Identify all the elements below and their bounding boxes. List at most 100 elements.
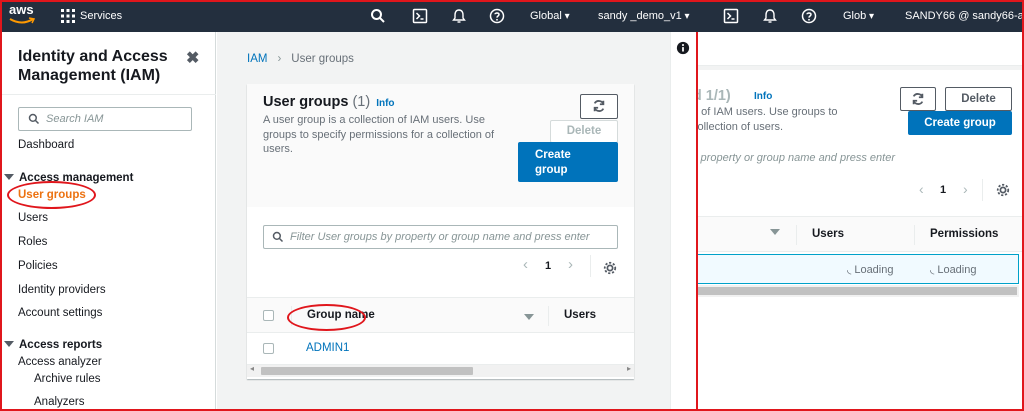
scrollbar-thumb[interactable] xyxy=(697,287,1017,295)
background-desc-line: collection of users. xyxy=(692,121,784,133)
sidebar-item-roles[interactable]: Roles xyxy=(18,236,47,248)
column-header-users[interactable]: Users xyxy=(564,309,596,321)
sidebar: Identity and Access Management (IAM) ✖ S… xyxy=(2,32,216,411)
breadcrumb-iam-link[interactable]: IAM xyxy=(247,53,267,65)
card-description: A user group is a collection of IAM user… xyxy=(263,114,495,155)
group-name-link[interactable]: ADMIN1 xyxy=(306,342,349,354)
settings-gear-icon[interactable] xyxy=(996,183,1010,197)
prev-page-icon[interactable]: ‹ xyxy=(919,181,924,197)
services-menu[interactable]: Services xyxy=(80,0,122,32)
background-desc-line: n of IAM users. Use groups to xyxy=(692,106,838,118)
settings-gear-icon[interactable] xyxy=(603,261,617,275)
highlight-annotation xyxy=(7,181,96,209)
region-selector[interactable]: Glob xyxy=(843,0,874,32)
search-placeholder: Search IAM xyxy=(46,113,104,125)
divider xyxy=(548,306,549,326)
services-grid-icon[interactable] xyxy=(61,9,75,23)
background-header-strip xyxy=(697,32,1024,66)
column-header-users[interactable]: Users xyxy=(812,228,844,240)
sidebar-item-archive-rules[interactable]: Archive rules xyxy=(34,373,100,385)
create-group-label: Create group xyxy=(535,149,571,176)
sidebar-title: Identity and Access Management (IAM) xyxy=(18,48,168,84)
sort-caret-icon[interactable] xyxy=(524,314,534,320)
cloudshell-icon[interactable] xyxy=(412,8,428,24)
delete-button[interactable]: Delete xyxy=(550,120,618,143)
sidebar-item-account-settings[interactable]: Account settings xyxy=(18,307,102,319)
search-icon[interactable] xyxy=(370,8,386,24)
loading-text: Loading xyxy=(937,264,977,276)
table-row: ADMIN1 xyxy=(247,333,634,365)
section-label: Access reports xyxy=(19,339,103,351)
refresh-button[interactable] xyxy=(900,87,936,111)
breadcrumb-current: User groups xyxy=(291,53,354,65)
delete-button[interactable]: Delete xyxy=(945,87,1012,111)
next-page-icon[interactable]: › xyxy=(568,256,573,273)
info-icon[interactable] xyxy=(676,41,690,55)
sidebar-item-access-analyzer[interactable]: Access analyzer xyxy=(18,356,102,368)
prev-page-icon[interactable]: ‹ xyxy=(523,256,528,273)
background-filter-placeholder[interactable]: y property or group name and press enter xyxy=(692,152,895,164)
close-icon[interactable]: ✖ xyxy=(186,48,199,68)
sidebar-item-users[interactable]: Users xyxy=(18,212,48,224)
account-menu[interactable]: sandy _demo_v1 xyxy=(598,0,690,32)
search-icon xyxy=(28,113,40,125)
scroll-right-icon[interactable]: ▸ xyxy=(627,364,631,373)
horizontal-scrollbar[interactable] xyxy=(697,285,1019,297)
title-text: User groups xyxy=(263,94,349,110)
background-info-link[interactable]: Info xyxy=(754,91,772,102)
search-icon xyxy=(272,231,284,243)
top-navbar: aws Services Global sandy _demo_v1 Glob … xyxy=(0,0,1024,32)
section-access-reports[interactable]: Access reports xyxy=(4,339,102,351)
filter-input[interactable]: Filter User groups by property or group … xyxy=(263,225,618,249)
sidebar-item-analyzers[interactable]: Analyzers xyxy=(34,396,85,408)
divider xyxy=(590,255,591,277)
horizontal-scrollbar[interactable]: ◂ ▸ xyxy=(247,364,634,377)
divider xyxy=(914,225,915,245)
bell-icon[interactable] xyxy=(762,8,778,24)
region-selector[interactable]: Global xyxy=(530,0,570,32)
caret-down-icon xyxy=(4,174,14,180)
highlight-annotation xyxy=(287,304,366,331)
sidebar-item-identity-providers[interactable]: Identity providers xyxy=(18,284,106,296)
filter-placeholder: Filter User groups by property or group … xyxy=(290,231,590,243)
divider xyxy=(982,179,983,201)
refresh-button[interactable] xyxy=(580,94,618,119)
loading-status: ◟ Loading xyxy=(847,263,893,276)
user-groups-card: User groups (1) Info A user group is a co… xyxy=(247,84,634,379)
group-count: (1) xyxy=(352,94,371,110)
search-iam-input[interactable]: Search IAM xyxy=(18,107,192,131)
row-checkbox[interactable] xyxy=(263,343,274,354)
scroll-left-icon[interactable]: ◂ xyxy=(250,364,254,373)
cloudshell-icon[interactable] xyxy=(723,8,739,24)
caret-down-icon xyxy=(4,341,14,347)
loading-text: Loading xyxy=(854,264,894,276)
divider xyxy=(796,225,797,245)
help-panel-toggle xyxy=(670,32,697,411)
aws-logo[interactable]: aws xyxy=(9,3,37,29)
page-number[interactable]: 1 xyxy=(545,260,551,272)
next-page-icon[interactable]: › xyxy=(963,181,968,197)
refresh-icon xyxy=(912,93,924,105)
sort-caret-icon[interactable] xyxy=(770,229,780,235)
info-link[interactable]: Info xyxy=(376,98,394,109)
refresh-icon xyxy=(593,100,605,112)
scrollbar-thumb[interactable] xyxy=(261,367,473,375)
page-title: User groups (1) Info xyxy=(263,94,395,110)
account-menu[interactable]: SANDY66 @ sandy66-aws xyxy=(905,0,1024,32)
annotation-border xyxy=(696,32,698,411)
page-number[interactable]: 1 xyxy=(940,184,946,196)
help-icon[interactable] xyxy=(489,8,505,24)
breadcrumb: IAM › User groups xyxy=(247,53,354,65)
create-group-button[interactable]: Create group xyxy=(518,142,618,182)
chevron-right-icon: › xyxy=(277,53,282,65)
loading-status: ◟ Loading xyxy=(930,263,976,276)
divider xyxy=(2,94,216,95)
create-group-button[interactable]: Create group xyxy=(908,111,1012,135)
bell-icon[interactable] xyxy=(451,8,467,24)
sidebar-item-dashboard[interactable]: Dashboard xyxy=(18,139,74,151)
column-header-permissions[interactable]: Permissions xyxy=(930,228,998,240)
help-icon[interactable] xyxy=(801,8,817,24)
main-content: IAM › User groups User groups (1) Info A us… xyxy=(217,32,670,411)
sidebar-item-policies[interactable]: Policies xyxy=(18,260,58,272)
select-all-checkbox[interactable] xyxy=(263,310,274,321)
